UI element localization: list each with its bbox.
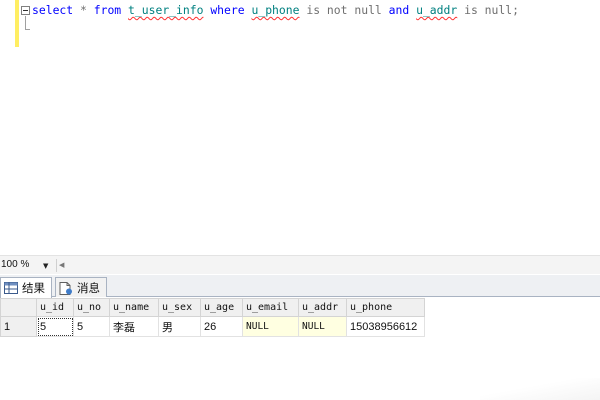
column-header[interactable]: u_addr bbox=[298, 298, 347, 317]
column-header[interactable]: u_name bbox=[109, 298, 159, 317]
cell-u-no[interactable]: 5 bbox=[73, 316, 110, 337]
column-header[interactable]: u_phone bbox=[346, 298, 425, 317]
scroll-left-arrow-icon[interactable]: ◀ bbox=[59, 261, 64, 269]
tab-messages[interactable]: 消息 bbox=[55, 277, 107, 298]
change-tracking-bar bbox=[15, 0, 19, 47]
results-table: u_id u_no u_name u_sex u_age u_email u_a… bbox=[0, 298, 425, 337]
cell-u-email[interactable]: NULL bbox=[242, 316, 299, 337]
grid-icon bbox=[4, 282, 18, 294]
cell-u-sex[interactable]: 男 bbox=[158, 316, 201, 337]
cell-u-name[interactable]: 李磊 bbox=[109, 316, 159, 337]
grid-corner-shade bbox=[480, 378, 600, 400]
message-icon bbox=[59, 281, 72, 295]
cell-u-addr[interactable]: NULL bbox=[298, 316, 347, 337]
column-header[interactable]: u_sex bbox=[158, 298, 201, 317]
cell-u-phone[interactable]: 15038956612 bbox=[346, 316, 425, 337]
column-header[interactable]: u_age bbox=[200, 298, 243, 317]
select-star: * bbox=[73, 3, 94, 17]
tab-results[interactable]: 结果 bbox=[0, 277, 52, 298]
row-number[interactable]: 1 bbox=[0, 316, 37, 337]
header-row: u_id u_no u_name u_sex u_age u_email u_a… bbox=[0, 298, 425, 317]
column-header[interactable]: u_id bbox=[36, 298, 74, 317]
column-header[interactable]: u_no bbox=[73, 298, 110, 317]
column-header[interactable]: u_email bbox=[242, 298, 299, 317]
keyword-and: and bbox=[388, 3, 410, 17]
zoom-separator bbox=[56, 259, 57, 272]
zoom-level[interactable]: 100 % bbox=[1, 259, 29, 270]
column-u-addr: u_addr bbox=[416, 3, 458, 17]
tab-messages-label: 消息 bbox=[77, 281, 100, 295]
cell-u-id[interactable]: 5 bbox=[36, 316, 74, 337]
fold-guide-end bbox=[25, 29, 30, 30]
result-tabs: 结果 消息 bbox=[0, 275, 600, 298]
fold-guide-line bbox=[25, 16, 26, 30]
chevron-down-icon[interactable]: ▼ bbox=[43, 262, 48, 270]
condition-not-null: is not null bbox=[299, 3, 389, 17]
keyword-where: where bbox=[210, 3, 245, 17]
keyword-select: select bbox=[32, 3, 74, 17]
keyword-from: from bbox=[93, 3, 122, 17]
zoom-bar: 100 % ▼ ◀ bbox=[0, 255, 600, 274]
column-u-phone: u_phone bbox=[251, 3, 300, 17]
collapse-toggle-icon[interactable] bbox=[21, 6, 30, 15]
condition-is-null: is null; bbox=[457, 3, 519, 17]
query-editor[interactable]: select * from t_user_info where u_phone … bbox=[0, 0, 600, 255]
results-grid[interactable]: u_id u_no u_name u_sex u_age u_email u_a… bbox=[0, 297, 600, 400]
tab-results-label: 结果 bbox=[22, 281, 45, 295]
sql-query-line[interactable]: select * from t_user_info where u_phone … bbox=[32, 3, 519, 18]
cell-u-age[interactable]: 26 bbox=[200, 316, 243, 337]
table-row[interactable]: 1 5 5 李磊 男 26 NULL NULL 15038956612 bbox=[0, 316, 425, 337]
grid-corner[interactable] bbox=[0, 298, 37, 317]
table-name: t_user_info bbox=[128, 3, 204, 17]
